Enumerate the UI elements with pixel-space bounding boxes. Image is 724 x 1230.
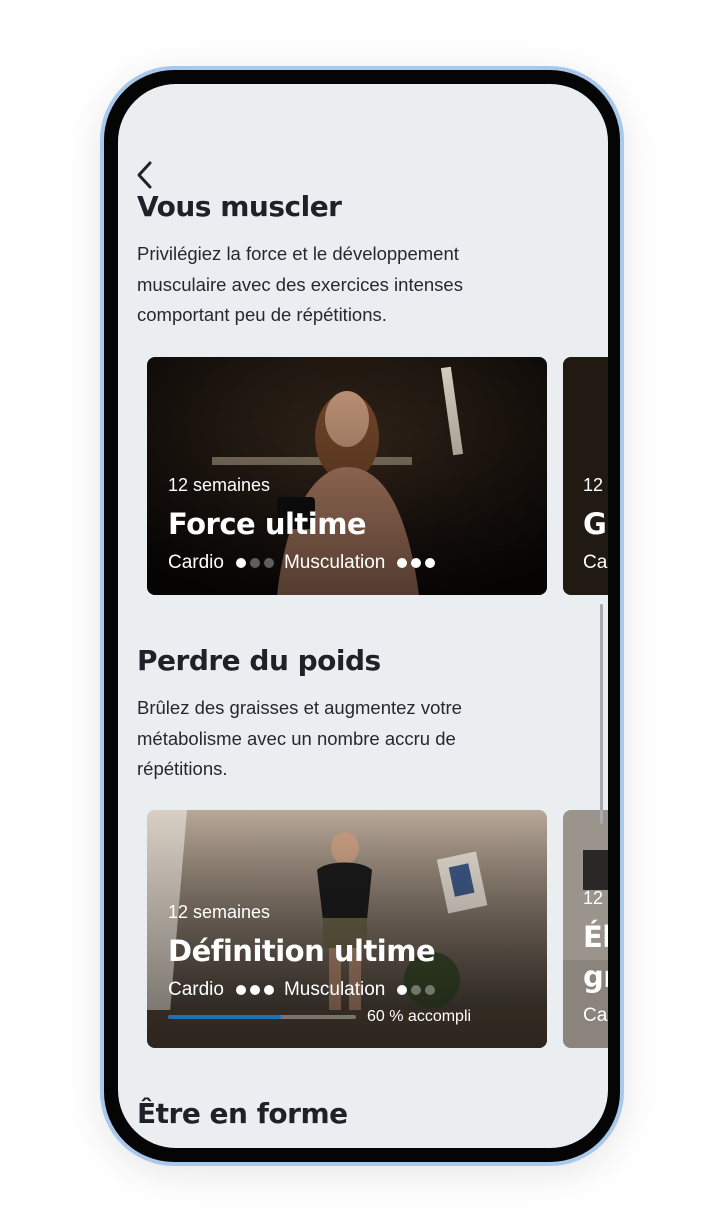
scrollbar[interactable]: [600, 604, 603, 824]
card-duration: 12 semaines: [168, 902, 271, 922]
level-dot: [397, 985, 408, 995]
card-title: Force ultime: [168, 507, 367, 541]
level-dot: [425, 985, 436, 995]
strength-level-dots: [397, 558, 436, 568]
level-dot: [411, 985, 422, 995]
section-description-build-muscle: Privilégiez la force et le développement…: [137, 243, 463, 325]
level-dot: [249, 985, 260, 995]
card-title: Définition ultime: [168, 934, 436, 968]
level-dot: [263, 558, 274, 568]
cardio-level-dots: [235, 558, 274, 568]
cardio-label: Ca: [583, 1005, 608, 1026]
section-title-build-muscle: Vous muscler: [137, 190, 342, 223]
program-card-definition-ultime[interactable]: 12 semaines Définition ultime Cardio Mus…: [147, 810, 547, 1048]
level-dot: [235, 558, 246, 568]
card-title: G: [583, 507, 607, 541]
section-title-get-fit: Être en forme: [137, 1097, 348, 1130]
program-card-next-peek[interactable]: 12 G Ca: [563, 357, 608, 595]
level-dot: [411, 558, 422, 568]
cardio-label: Cardio: [168, 979, 224, 1000]
level-dot: [249, 558, 260, 568]
card-duration: 12 semaines: [168, 475, 271, 495]
strength-level-dots: [397, 985, 436, 995]
strength-label: Musculation: [283, 979, 386, 1000]
card-duration: 12: [583, 888, 604, 908]
cardio-label: Cardio: [168, 552, 224, 573]
level-dot: [263, 985, 274, 995]
back-button[interactable]: [134, 158, 164, 192]
strength-label: Musculation: [283, 552, 386, 573]
level-dot: [397, 558, 408, 568]
section-description-lose-weight: Brûlez des graisses et augmentez votre m…: [137, 697, 462, 779]
card-duration: 12: [583, 475, 604, 495]
program-progress-fill: [168, 1015, 281, 1019]
section-title-lose-weight: Perdre du poids: [137, 644, 381, 677]
cardio-level-dots: [235, 985, 274, 995]
card-intensity-row: Cardio Musculation: [168, 552, 445, 574]
chevron-left-icon: [137, 161, 152, 189]
card-title-line-2: gr: [583, 960, 608, 994]
program-card-force-ultime[interactable]: 12 semaines Force ultime Cardio Musculat…: [147, 357, 547, 595]
card-title-line-1: Él: [583, 920, 608, 954]
app-screen: Vous muscler Privilégiez la force et le …: [118, 84, 608, 1148]
program-card-next-peek[interactable]: 12 Él gr Ca: [563, 810, 608, 1048]
level-dot: [425, 558, 436, 568]
program-progress-label: 60 % accompli: [367, 1008, 472, 1025]
card-intensity-row: Cardio Musculation: [168, 979, 445, 1001]
level-dot: [235, 985, 246, 995]
cardio-label: Ca: [583, 552, 608, 573]
program-progress-bar: [168, 1015, 356, 1019]
card-background-image: [147, 810, 547, 1048]
